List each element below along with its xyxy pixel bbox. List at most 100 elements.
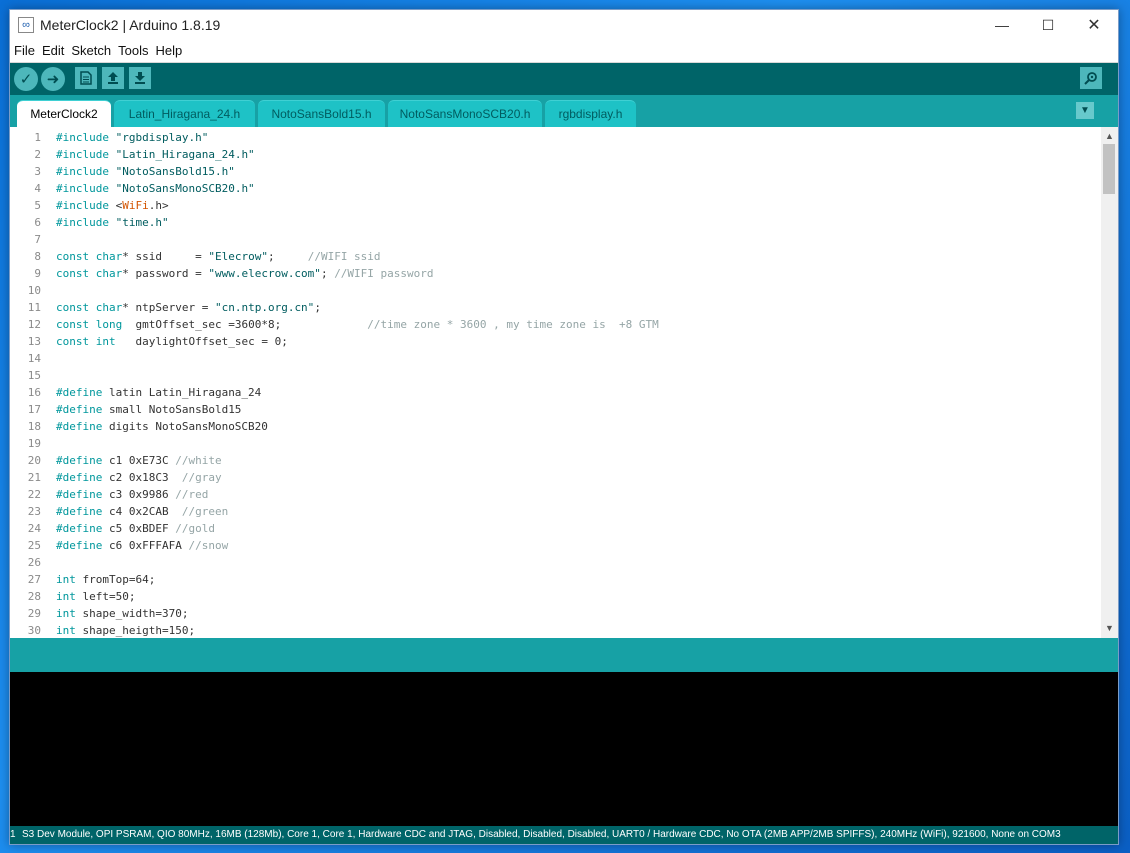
magnifier-icon [1084,72,1097,85]
code-text: #define latin Latin_Hiragana_24 [56,386,262,399]
code-line[interactable]: 5 #include <WiFi.h> [10,197,1100,214]
tab-menu-button[interactable]: ▼ [1076,102,1094,119]
code-line[interactable]: 26 [10,554,1100,571]
window-title: MeterClock2 | Arduino 1.8.19 [40,17,221,33]
minimize-icon[interactable]: — [979,10,1025,40]
code-line[interactable]: 6 #include "time.h" [10,214,1100,231]
line-number: 23 [27,505,41,518]
menu-sketch[interactable]: Sketch [67,40,114,58]
code-line[interactable]: 12 const long gmtOffset_sec =3600*8; //ti… [10,316,1100,333]
tab-rgbdisplay[interactable]: rgbdisplay.h [545,100,636,127]
code-text: #include "time.h" [56,216,169,229]
line-number: 12 [27,318,41,331]
code-text: #include "rgbdisplay.h" [56,131,209,144]
code-text: const char* password = "www.elecrow.com"… [56,267,434,280]
code-line[interactable]: 8 const char* ssid = "Elecrow"; //WIFI ss… [10,248,1100,265]
code-line[interactable]: 23 #define c4 0x2CAB //green [10,503,1100,520]
line-number: 3 [34,165,41,178]
line-number: 5 [34,199,41,212]
code-text: const char* ntpServer = "cn.ntp.org.cn"; [56,301,321,314]
code-text: int fromTop=64; [56,573,156,586]
line-number: 22 [27,488,41,501]
line-number: 15 [27,369,41,382]
code-line[interactable]: 13 const int daylightOffset_sec = 0; [10,333,1100,350]
menu-bar: File Edit Sketch Tools Help [10,40,1118,63]
code-text: #include "NotoSansMonoSCB20.h" [56,182,255,195]
code-line[interactable]: 9 const char* password = "www.elecrow.com… [10,265,1100,282]
code-line[interactable]: 20 #define c1 0xE73C //white [10,452,1100,469]
code-line[interactable]: 25 #define c6 0xFFFAFA //snow [10,537,1100,554]
line-number: 14 [27,352,41,365]
save-sketch-button[interactable] [129,67,151,89]
close-icon[interactable]: ✕ [1071,10,1117,40]
code-line[interactable]: 7 [10,231,1100,248]
scroll-thumb[interactable] [1103,144,1115,194]
maximize-icon[interactable]: ☐ [1025,10,1071,40]
line-number: 13 [27,335,41,348]
menu-file[interactable]: File [10,40,38,58]
new-sketch-button[interactable] [75,67,97,89]
console-output[interactable] [10,672,1118,826]
verify-button[interactable]: ✓ [14,67,38,91]
code-line[interactable]: 22 #define c3 0x9986 //red [10,486,1100,503]
code-line[interactable]: 30 int shape_heigth=150; [10,622,1100,638]
tab-meterclock2[interactable]: MeterClock2 [17,100,111,127]
code-text: #define c5 0xBDEF //gold [56,522,215,535]
tab-latin-hiragana-24[interactable]: Latin_Hiragana_24.h [114,100,255,127]
code-line[interactable]: 18 #define digits NotoSansMonoSCB20 [10,418,1100,435]
code-line[interactable]: 11 const char* ntpServer = "cn.ntp.org.cn… [10,299,1100,316]
check-icon: ✓ [19,71,33,88]
code-text: #include "NotoSansBold15.h" [56,165,235,178]
open-sketch-button[interactable] [102,67,124,89]
scroll-down-icon[interactable]: ▼ [1101,621,1118,635]
code-line[interactable]: 15 [10,367,1100,384]
code-text: #define c3 0x9986 //red [56,488,209,501]
code-line[interactable]: 14 [10,350,1100,367]
code-line[interactable]: 19 [10,435,1100,452]
arrow-right-icon: ➜ [46,71,60,88]
line-number: 28 [27,590,41,603]
serial-monitor-button[interactable] [1080,67,1102,89]
line-number: 26 [27,556,41,569]
arrow-down-icon [135,72,145,84]
line-number: 2 [34,148,41,161]
line-number: 8 [34,250,41,263]
line-number: 30 [27,624,41,637]
code-editor[interactable]: 1 #include "rgbdisplay.h" 2 #include "Latin… [10,127,1118,638]
upload-button[interactable]: ➜ [41,67,65,91]
code-text: int shape_heigth=150; [56,624,196,637]
title-bar: ∞ MeterClock2 | Arduino 1.8.19 — ☐ ✕ [10,10,1118,40]
code-line[interactable]: 1 #include "rgbdisplay.h" [10,129,1100,146]
message-area [10,638,1118,672]
line-number: 21 [27,471,41,484]
code-line[interactable]: 16 #define latin Latin_Hiragana_24 [10,384,1100,401]
code-line[interactable]: 28 int left=50; [10,588,1100,605]
editor-scrollbar[interactable]: ▲ ▼ [1101,127,1118,638]
code-text: const char* ssid = "Elecrow"; //WIFI ssi… [56,250,381,263]
code-line[interactable]: 21 #define c2 0x18C3 //gray [10,469,1100,486]
sketch-tab-bar: MeterClock2 Latin_Hiragana_24.h NotoSans… [10,95,1118,127]
line-number: 24 [27,522,41,535]
menu-help[interactable]: Help [151,40,185,58]
toolbar: ✓ ➜ [10,63,1118,95]
line-number: 17 [27,403,41,416]
menu-edit[interactable]: Edit [38,40,67,58]
code-line[interactable]: 4 #include "NotoSansMonoSCB20.h" [10,180,1100,197]
code-line[interactable]: 3 #include "NotoSansBold15.h" [10,163,1100,180]
line-number: 11 [27,301,41,314]
arduino-app-icon: ∞ [18,17,34,33]
code-line[interactable]: 17 #define small NotoSansBold15 [10,401,1100,418]
scroll-up-icon[interactable]: ▲ [1101,129,1118,143]
code-line[interactable]: 27 int fromTop=64; [10,571,1100,588]
line-number: 29 [27,607,41,620]
code-line[interactable]: 10 [10,282,1100,299]
tab-notosansbold15[interactable]: NotoSansBold15.h [258,100,385,127]
code-line[interactable]: 2 #include "Latin_Hiragana_24.h" [10,146,1100,163]
code-line[interactable]: 29 int shape_width=370; [10,605,1100,622]
menu-tools[interactable]: Tools [114,40,151,58]
line-number: 1 [34,131,41,144]
chevron-down-icon: ▼ [1080,105,1090,116]
code-text: #define c4 0x2CAB //green [56,505,229,518]
code-line[interactable]: 24 #define c5 0xBDEF //gold [10,520,1100,537]
tab-notosansmonoscb20[interactable]: NotoSansMonoSCB20.h [388,100,542,127]
